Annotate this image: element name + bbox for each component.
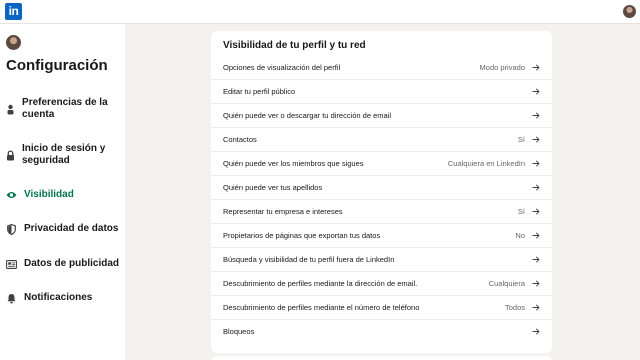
arrow-right-icon: [531, 255, 540, 264]
bell-icon: [6, 293, 17, 304]
top-navigation-bar: in: [0, 0, 640, 24]
setting-row-search-visibility[interactable]: Búsqueda y visibilidad de tu perfil fuer…: [211, 247, 552, 271]
setting-value: Cualquiera en LinkedIn: [447, 159, 525, 168]
sidebar-item-visibility[interactable]: Visibilidad: [6, 189, 121, 201]
sidebar-avatar[interactable]: [6, 35, 21, 50]
sidebar-item-label: Privacidad de datos: [24, 223, 119, 234]
setting-value: Sí: [517, 135, 525, 144]
setting-label: Propietarios de páginas que exportan tus…: [223, 231, 381, 240]
arrow-right-icon: [531, 87, 540, 96]
visibility-settings-card: Visibilidad de tu perfil y tu red Opcion…: [211, 31, 552, 353]
arrow-right-icon: [531, 303, 540, 312]
arrow-right-icon: [531, 279, 540, 288]
setting-label: Opciones de visualización del perfil: [223, 62, 341, 72]
setting-row-discovery-by-email[interactable]: Descubrimiento de perfiles mediante la d…: [211, 271, 552, 295]
lock-icon: [6, 149, 15, 161]
sidebar-item-advertising-data[interactable]: Datos de publicidad: [6, 258, 121, 270]
arrow-right-icon: [531, 207, 540, 216]
arrow-right-icon: [531, 183, 540, 192]
setting-row-discovery-by-phone[interactable]: Descubrimiento de perfiles mediante el n…: [211, 295, 552, 319]
sidebar-item-label: Datos de publicidad: [24, 258, 120, 269]
setting-row-profile-viewing-options[interactable]: Opciones de visualización del perfil Mod…: [211, 55, 552, 79]
linkedin-logo[interactable]: in: [5, 3, 22, 20]
setting-label: Quién puede ver o descargar tu dirección…: [223, 111, 392, 120]
setting-row-email-visibility[interactable]: Quién puede ver o descargar tu dirección…: [211, 103, 552, 127]
setting-label: Descubrimiento de perfiles mediante el n…: [223, 303, 420, 312]
setting-row-blocking[interactable]: Bloqueos: [211, 319, 552, 343]
setting-value: Sí: [517, 207, 525, 216]
setting-value: No: [515, 231, 525, 240]
setting-label: Bloqueos: [223, 327, 255, 336]
setting-row-page-owners-export[interactable]: Propietarios de páginas que exportan tus…: [211, 223, 552, 247]
eye-icon: [6, 190, 17, 201]
arrow-right-icon: [531, 111, 540, 120]
settings-sidebar: Configuración Preferencias de la cuenta …: [0, 24, 125, 360]
shield-icon: [6, 223, 17, 235]
newspaper-icon: [6, 259, 17, 270]
person-icon: [6, 104, 15, 115]
setting-row-connections[interactable]: Contactos Sí: [211, 127, 552, 151]
setting-label: Editar tu perfil público: [223, 87, 296, 96]
profile-avatar[interactable]: [623, 5, 636, 18]
setting-row-last-name-visibility[interactable]: Quién puede ver tus apellidos: [211, 175, 552, 199]
arrow-right-icon: [531, 159, 540, 168]
arrow-right-icon: [531, 63, 540, 72]
sidebar-item-notifications[interactable]: Notificaciones: [6, 292, 121, 304]
arrow-right-icon: [531, 231, 540, 240]
page-title: Configuración: [6, 57, 108, 74]
setting-value: Cualquiera: [488, 279, 525, 288]
setting-label: Búsqueda y visibilidad de tu perfil fuer…: [223, 255, 395, 264]
setting-label: Quién puede ver los miembros que sigues: [223, 159, 364, 168]
setting-row-following-visibility[interactable]: Quién puede ver los miembros que sigues …: [211, 151, 552, 175]
sidebar-item-label: Inicio de sesión y seguridad: [22, 143, 106, 166]
setting-label: Contactos: [223, 135, 257, 144]
sidebar-item-data-privacy[interactable]: Privacidad de datos: [6, 223, 121, 235]
setting-label: Descubrimiento de perfiles mediante la d…: [223, 279, 418, 288]
setting-label: Quién puede ver tus apellidos: [223, 183, 323, 192]
arrow-right-icon: [531, 135, 540, 144]
sidebar-item-signin-security[interactable]: Inicio de sesión y seguridad: [6, 143, 121, 167]
setting-row-represent-company[interactable]: Representar tu empresa e intereses Sí: [211, 199, 552, 223]
setting-value: Modo privado: [479, 62, 525, 72]
arrow-right-icon: [531, 327, 540, 336]
sidebar-item-label: Preferencias de la cuenta: [22, 97, 108, 120]
setting-label: Representar tu empresa e intereses: [223, 207, 343, 216]
sidebar-item-label: Visibilidad: [24, 189, 74, 200]
section-title: Visibilidad de tu perfil y tu red: [223, 40, 366, 51]
setting-value: Todos: [504, 303, 525, 312]
sidebar-item-label: Notificaciones: [24, 292, 93, 303]
next-settings-card: [211, 356, 552, 360]
setting-row-edit-public-profile[interactable]: Editar tu perfil público: [211, 79, 552, 103]
sidebar-item-account-preferences[interactable]: Preferencias de la cuenta: [6, 97, 121, 121]
